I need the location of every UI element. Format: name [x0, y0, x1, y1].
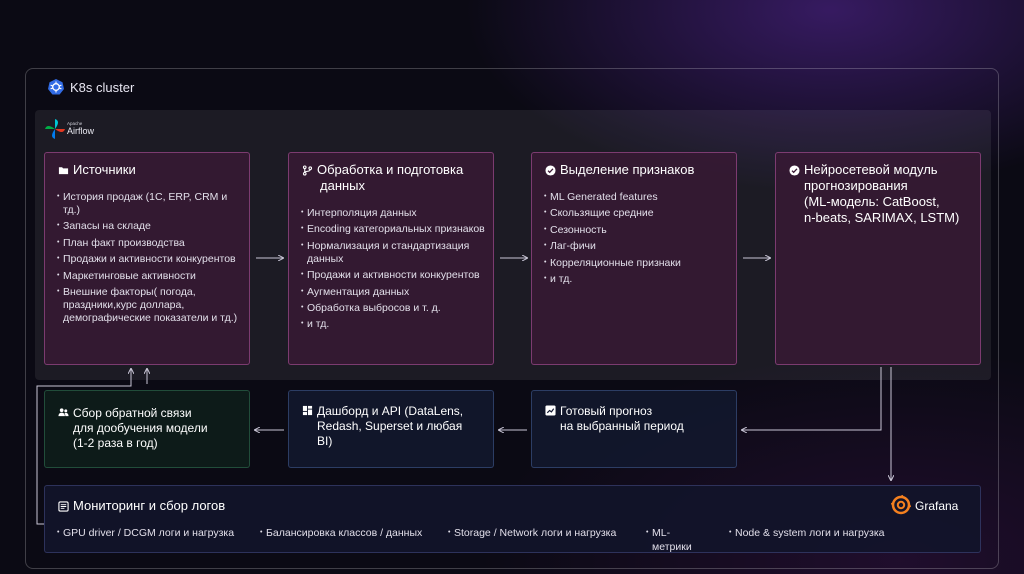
list-item: Интерполяция данных [301, 206, 489, 220]
neural-module-box: Нейросетевой модуль прогнозирования (ML-… [775, 152, 981, 365]
cluster-title: K8s cluster [70, 80, 135, 95]
monitoring-item: Storage / Network логи и нагрузка [448, 526, 616, 540]
dashboard-icon [302, 405, 313, 416]
grafana-icon [891, 495, 911, 515]
branch-icon [302, 165, 313, 176]
list-item: Продажи и активности конкурентов [57, 252, 245, 266]
monitoring-item: ML- [646, 526, 670, 540]
neural-title-line2: прогнозирования [804, 178, 908, 193]
processing-list: Интерполяция данных Encoding категориаль… [301, 206, 489, 335]
monitoring-item: Node & system логи и нагрузка [729, 526, 885, 540]
list-item: Скользящие средние [544, 206, 732, 220]
neural-title-line3: (ML-модель: CatBoost, [804, 194, 940, 209]
list-item: План факт производства [57, 236, 245, 250]
airflow-logo: Apache Airflow [44, 118, 102, 140]
users-icon [58, 408, 69, 417]
monitoring-item-cont: метрики [652, 541, 692, 553]
feedback-title-line1: Сбор обратной связи [73, 406, 192, 420]
monitor-log-icon [58, 501, 69, 512]
features-title: Выделение признаков [560, 162, 695, 177]
features-list: ML Generated features Скользящие средние… [544, 190, 732, 289]
neural-title-line1: Нейросетевой модуль [804, 162, 938, 177]
list-item: Внешние факторы( погода, праздники,курс … [57, 285, 245, 325]
processing-box: Обработка и подготовка данных Интерполяц… [288, 152, 494, 365]
airflow-brand: Airflow [67, 126, 95, 136]
dashboard-title-line2: Redash, Superset и любая [317, 419, 463, 433]
list-item: Корреляционные признаки [544, 256, 732, 270]
list-item: Обработка выбросов и т. д. [301, 301, 489, 315]
sources-box: Источники История продаж (1С, ERP, CRM и… [44, 152, 250, 365]
monitoring-title: Мониторинг и сбор логов [73, 498, 226, 513]
forecast-title-line2: на выбранный период [560, 419, 684, 433]
check-circle-icon [545, 165, 556, 176]
monitoring-item: Балансировка классов / данных [260, 526, 422, 540]
forecast-title-line1: Готовый прогноз [560, 404, 653, 418]
list-item: Лаг-фичи [544, 239, 732, 253]
list-item: и тд. [544, 272, 732, 286]
list-item: Нормализация и стандартизация данных [301, 239, 489, 266]
check-circle-icon [789, 165, 800, 176]
list-item: Запасы на складе [57, 219, 245, 233]
list-item: ML Generated features [544, 190, 732, 204]
list-item: Сезонность [544, 223, 732, 237]
kubernetes-icon [47, 78, 65, 96]
list-item: Encoding категориальных признаков [301, 222, 489, 236]
grafana-label: Grafana [915, 499, 959, 513]
list-item: и тд. [301, 317, 489, 331]
forecast-box: Готовый прогноз на выбранный период [531, 390, 737, 468]
folder-icon [58, 167, 69, 175]
feedback-title-line3: (1-2 раза в год) [73, 436, 158, 450]
dashboard-title-line3: BI) [317, 434, 333, 448]
list-item: Продажи и активности конкурентов [301, 268, 489, 282]
sources-title: Источники [73, 162, 136, 177]
monitoring-box: Мониторинг и сбор логов Grafana GPU driv… [44, 485, 981, 553]
dashboard-title-line1: Дашборд и API (DataLens, [317, 404, 464, 418]
processing-title-line1: Обработка и подготовка [317, 162, 464, 177]
list-item: Аугментация данных [301, 285, 489, 299]
feedback-box: Сбор обратной связи для дообучения модел… [44, 390, 250, 468]
chart-icon [545, 405, 556, 416]
list-item: История продаж (1С, ERP, CRM и тд.) [57, 190, 245, 217]
sources-list: История продаж (1С, ERP, CRM и тд.) Запа… [57, 190, 245, 328]
processing-title-line2: данных [320, 178, 366, 193]
feedback-title-line2: для дообучения модели [73, 421, 208, 435]
dashboard-box: Дашборд и API (DataLens, Redash, Superse… [288, 390, 494, 468]
list-item: Маркетинговые активности [57, 269, 245, 283]
neural-title-line4: n-beats, SARIMAX, LSTM) [804, 210, 960, 225]
features-box: Выделение признаков ML Generated feature… [531, 152, 737, 365]
monitoring-item: GPU driver / DCGM логи и нагрузка [57, 526, 234, 540]
